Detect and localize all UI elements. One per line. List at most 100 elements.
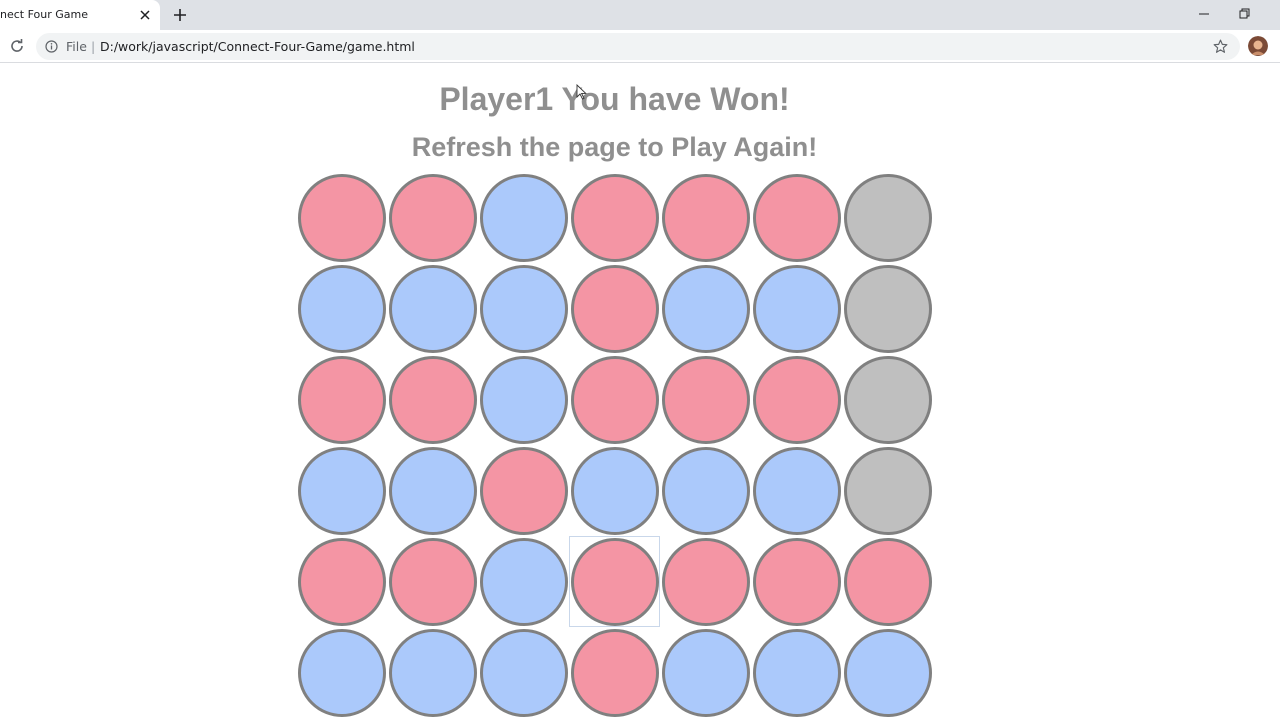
board-cell[interactable]: [296, 536, 387, 627]
board-cell[interactable]: [842, 536, 933, 627]
player2-disc: [570, 446, 659, 535]
win-message: Player1 You have Won!: [439, 81, 790, 117]
player1-disc: [297, 355, 386, 444]
profile-avatar[interactable]: [1248, 36, 1268, 56]
player1-disc: [570, 173, 659, 262]
board-cell[interactable]: [478, 172, 569, 263]
board-cell[interactable]: [387, 172, 478, 263]
player2-disc: [388, 446, 477, 535]
board-cell[interactable]: [660, 172, 751, 263]
player1-disc: [388, 355, 477, 444]
player1-disc: [752, 173, 841, 262]
address-url[interactable]: D:/work/javascript/Connect-Four-Game/gam…: [100, 39, 415, 54]
address-separator: |: [91, 39, 96, 54]
board-cell[interactable]: [569, 536, 660, 627]
player1-disc: [570, 264, 659, 353]
board-cell[interactable]: [296, 354, 387, 445]
player2-disc: [479, 628, 568, 717]
info-icon[interactable]: [45, 40, 58, 53]
player1-disc: [661, 537, 750, 626]
board-cell[interactable]: [478, 445, 569, 536]
board-cell[interactable]: [751, 536, 842, 627]
player1-disc: [661, 355, 750, 444]
player2-disc: [752, 264, 841, 353]
minimize-icon[interactable]: [1196, 6, 1212, 22]
board-cell[interactable]: [660, 627, 751, 718]
board-cell[interactable]: [478, 263, 569, 354]
board-cell[interactable]: [660, 263, 751, 354]
browser-tab[interactable]: nect Four Game: [0, 0, 160, 30]
address-bar[interactable]: File | D:/work/javascript/Connect-Four-G…: [36, 33, 1240, 60]
tab-title: nect Four Game: [0, 8, 88, 21]
player1-disc: [570, 537, 659, 626]
board-cell[interactable]: [751, 354, 842, 445]
player1-disc: [752, 355, 841, 444]
new-tab-icon[interactable]: [170, 5, 190, 25]
empty-slot: [843, 264, 932, 353]
replay-hint: Refresh the page to Play Again!: [411, 132, 818, 162]
empty-slot: [843, 173, 932, 262]
board-cell[interactable]: [478, 354, 569, 445]
player2-disc: [661, 446, 750, 535]
player1-disc: [479, 446, 568, 535]
player1-disc: [752, 537, 841, 626]
empty-slot: [843, 446, 932, 535]
board-cell[interactable]: [751, 445, 842, 536]
game-board: [296, 172, 933, 718]
board-cell[interactable]: [842, 263, 933, 354]
player2-disc: [297, 446, 386, 535]
board-cell[interactable]: [660, 536, 751, 627]
board-cell[interactable]: [660, 445, 751, 536]
board-cell[interactable]: [751, 172, 842, 263]
board-cell[interactable]: [296, 445, 387, 536]
player1-disc: [388, 173, 477, 262]
player2-disc: [479, 355, 568, 444]
board-cell[interactable]: [387, 354, 478, 445]
player1-disc: [388, 537, 477, 626]
board-cell[interactable]: [478, 536, 569, 627]
board-cell[interactable]: [569, 627, 660, 718]
board-cell[interactable]: [296, 172, 387, 263]
board-cell[interactable]: [842, 172, 933, 263]
restore-icon[interactable]: [1236, 6, 1252, 22]
player2-disc: [388, 628, 477, 717]
board-cell[interactable]: [751, 263, 842, 354]
board-cell[interactable]: [569, 445, 660, 536]
player2-disc: [479, 173, 568, 262]
player2-disc: [661, 628, 750, 717]
player2-disc: [843, 628, 932, 717]
board-cell[interactable]: [569, 172, 660, 263]
board-cell[interactable]: [751, 627, 842, 718]
board-cell[interactable]: [660, 354, 751, 445]
board-cell[interactable]: [296, 263, 387, 354]
board-cell[interactable]: [478, 627, 569, 718]
address-scheme: File: [66, 39, 87, 54]
board-cell[interactable]: [387, 263, 478, 354]
player2-disc: [297, 264, 386, 353]
reload-icon[interactable]: [8, 37, 26, 55]
browser-toolbar: File | D:/work/javascript/Connect-Four-G…: [0, 30, 1280, 63]
player2-disc: [752, 628, 841, 717]
player1-disc: [570, 628, 659, 717]
player2-disc: [479, 264, 568, 353]
close-tab-icon[interactable]: [137, 7, 153, 23]
board-cell[interactable]: [842, 445, 933, 536]
board-cell[interactable]: [842, 354, 933, 445]
player1-disc: [297, 537, 386, 626]
player2-disc: [752, 446, 841, 535]
board-cell[interactable]: [569, 354, 660, 445]
player1-disc: [297, 173, 386, 262]
board-cell[interactable]: [842, 627, 933, 718]
board-cell[interactable]: [387, 445, 478, 536]
board-cell[interactable]: [387, 627, 478, 718]
empty-slot: [843, 355, 932, 444]
board-cell[interactable]: [387, 536, 478, 627]
player1-disc: [661, 173, 750, 262]
player1-disc: [843, 537, 932, 626]
player2-disc: [388, 264, 477, 353]
board-cell[interactable]: [569, 263, 660, 354]
tab-strip: nect Four Game: [0, 0, 1280, 30]
bookmark-star-icon[interactable]: [1212, 38, 1229, 55]
board-cell[interactable]: [296, 627, 387, 718]
player2-disc: [479, 537, 568, 626]
